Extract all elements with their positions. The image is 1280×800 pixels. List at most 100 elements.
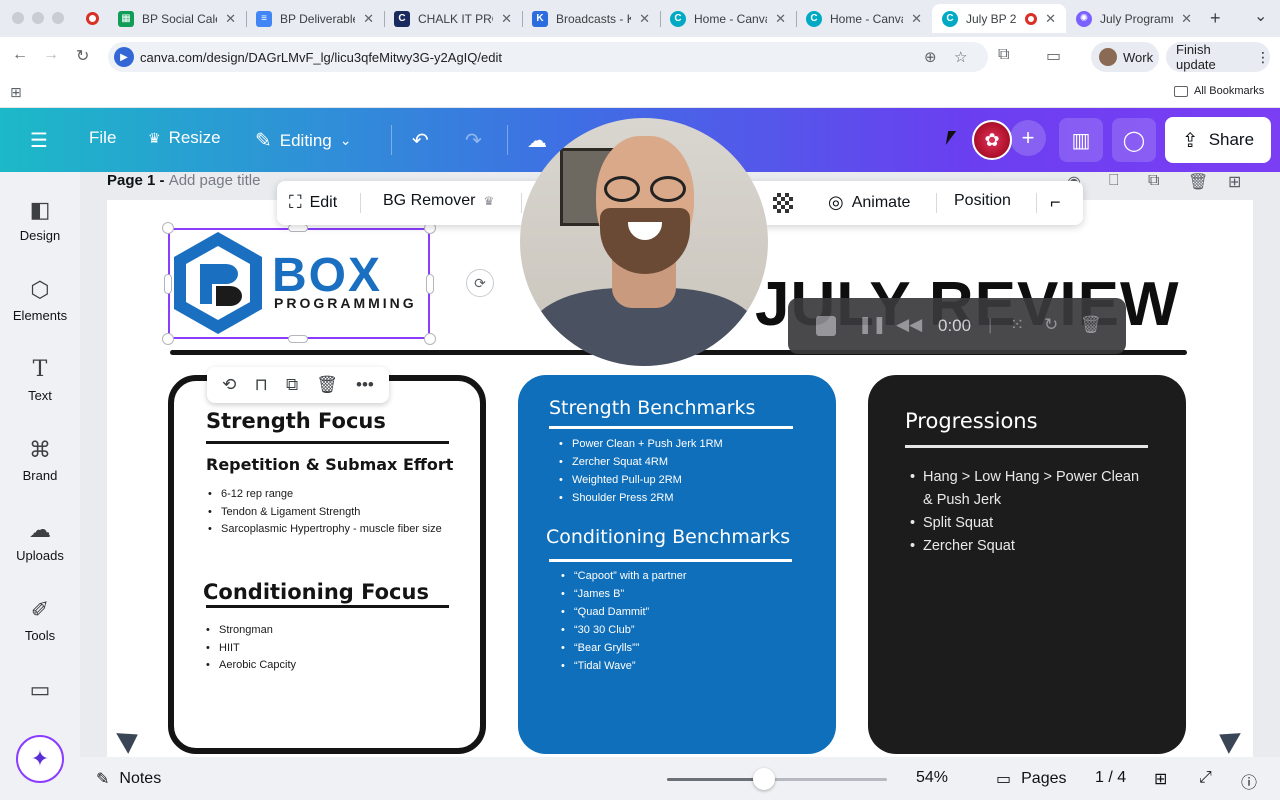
grid-view-icon[interactable]: ⊞	[1154, 769, 1167, 789]
sidebar-item-brand[interactable]: ⌘ Brand	[0, 438, 80, 484]
help-icon[interactable]: ⓘ	[1241, 769, 1257, 793]
browser-tab[interactable]: ▦ BP Social Cale ✕	[108, 4, 246, 33]
minimize-window-button[interactable]	[32, 12, 44, 24]
page-title[interactable]: Page 1 - Add page title	[107, 172, 260, 189]
browser-tab-active[interactable]: C July BP 25 ✕	[932, 4, 1066, 33]
more-options-icon[interactable]: •••	[356, 375, 374, 395]
page-count[interactable]: 1 / 4	[1095, 769, 1126, 787]
profile-button[interactable]: Work	[1091, 42, 1159, 72]
resize-button[interactable]: ♛ Resize	[148, 128, 221, 148]
edit-image-button[interactable]: ⛶ Edit	[289, 192, 337, 213]
cast-icon[interactable]: ▭	[1046, 46, 1061, 66]
close-icon[interactable]: ✕	[501, 11, 512, 27]
undo-button[interactable]: ↶	[412, 128, 429, 153]
trash-icon[interactable]: 🗑	[316, 375, 338, 395]
duplicate-icon[interactable]: ⧉	[286, 375, 298, 395]
restart-icon[interactable]: ↻	[1044, 315, 1058, 335]
cloud-save-button[interactable]: ☁	[527, 128, 547, 153]
sidebar-item-projects[interactable]: ▭	[0, 678, 80, 702]
zoom-slider[interactable]	[667, 778, 887, 781]
sidebar-item-design[interactable]: ◧ Design	[0, 198, 80, 244]
comment-add-icon[interactable]: ⟲	[222, 375, 236, 395]
sidebar-item-uploads[interactable]: ☁ Uploads	[0, 518, 80, 564]
animate-button[interactable]: ◎ Animate	[828, 192, 910, 213]
close-icon[interactable]: ✕	[911, 11, 922, 27]
tab-search-chevron-icon[interactable]: ⌄	[1254, 6, 1267, 26]
browser-tab[interactable]: ≡ BP Deliverable ✕	[246, 4, 384, 33]
resize-handle[interactable]	[424, 333, 436, 345]
add-page-icon[interactable]: ⊞	[1228, 172, 1241, 192]
all-bookmarks-button[interactable]: All Bookmarks	[1174, 85, 1264, 97]
bg-remover-button[interactable]: BG Remover ♛	[383, 192, 494, 210]
close-icon[interactable]: ✕	[1181, 11, 1192, 27]
url-bar[interactable]: ▶ canva.com/design/DAGrLMvF_lg/licu3qfeM…	[108, 42, 988, 72]
lock-icon[interactable]: ⊓	[255, 375, 268, 395]
maximize-window-button[interactable]	[52, 12, 64, 24]
zoom-level[interactable]: 54%	[916, 769, 948, 787]
invite-plus-button[interactable]: +	[1010, 120, 1046, 156]
fullscreen-icon[interactable]: ⤢	[1199, 769, 1212, 787]
sidebar-item-elements[interactable]: ⬡ Elements	[0, 278, 80, 324]
grid-dots-icon[interactable]: ⁙	[1010, 315, 1024, 335]
resize-handle[interactable]	[288, 335, 308, 343]
editing-mode-dropdown[interactable]: ✎ Editing ⌄	[255, 128, 351, 153]
resize-handle[interactable]	[164, 274, 172, 294]
selection-box[interactable]	[168, 228, 430, 339]
browser-tab[interactable]: K Broadcasts - K ✕	[522, 4, 660, 33]
menu-hamburger-icon[interactable]: ☰	[30, 128, 48, 153]
transparency-button[interactable]	[773, 193, 793, 213]
sidebar-item-text[interactable]: T Text	[0, 358, 80, 404]
apps-grid-icon[interactable]: ⊞	[10, 84, 22, 101]
duplicate-page-icon[interactable]: ⧉	[1148, 172, 1159, 190]
bookmark-star-icon[interactable]: ☆	[954, 48, 967, 66]
magic-sparkle-button[interactable]: ✦	[16, 735, 64, 783]
sidebar-item-tools[interactable]: ✐ Tools	[0, 598, 80, 644]
close-icon[interactable]: ✕	[225, 11, 236, 27]
stop-icon[interactable]	[816, 316, 836, 336]
resize-handle[interactable]	[288, 224, 308, 232]
forward-arrow-icon[interactable]: →	[43, 46, 59, 64]
kebab-menu-icon[interactable]: ⋮	[1256, 49, 1270, 66]
page-title-placeholder[interactable]: Add page title	[169, 172, 261, 189]
insights-button[interactable]: ▥	[1059, 118, 1103, 162]
file-menu[interactable]: File	[89, 128, 116, 148]
rotate-handle[interactable]: ⟳	[466, 269, 494, 297]
lock-icon[interactable]: ⎕	[1109, 172, 1119, 190]
share-button[interactable]: ⇪ Share	[1165, 117, 1271, 163]
comments-button[interactable]: ◯	[1112, 118, 1156, 162]
close-icon[interactable]: ✕	[363, 11, 374, 27]
resize-handle[interactable]	[162, 333, 174, 345]
close-icon[interactable]: ✕	[639, 11, 650, 27]
finish-update-button[interactable]: Finish update ⋮	[1166, 42, 1270, 72]
browser-tab[interactable]: C CHALK IT PRO ✕	[384, 4, 522, 33]
webcam-bubble[interactable]	[520, 118, 768, 366]
delete-page-icon[interactable]: 🗑	[1188, 172, 1208, 192]
browser-tab[interactable]: C Home - Canva ✕	[796, 4, 932, 33]
position-button[interactable]: Position	[954, 192, 1011, 210]
benchmarks-card[interactable]	[518, 375, 836, 754]
browser-tab[interactable]	[76, 4, 110, 33]
copy-style-button[interactable]: ⌐	[1050, 192, 1061, 213]
reload-icon[interactable]: ↻	[76, 46, 89, 66]
zoom-slider-knob[interactable]	[752, 768, 775, 790]
back-arrow-icon[interactable]: ←	[12, 46, 28, 64]
url-text[interactable]: canva.com/design/DAGrLMvF_lg/licu3qfeMit…	[140, 50, 502, 65]
close-icon[interactable]: ✕	[1045, 11, 1056, 27]
pages-button[interactable]: ▭ Pages	[996, 769, 1067, 789]
site-info-icon[interactable]: ▶	[114, 47, 134, 67]
close-window-button[interactable]	[12, 12, 24, 24]
pause-icon[interactable]: ❚❚	[858, 315, 887, 335]
browser-tab[interactable]: ✺ July Programm ✕	[1066, 4, 1202, 33]
close-icon[interactable]: ✕	[775, 11, 786, 27]
trash-icon[interactable]: 🗑	[1080, 315, 1102, 335]
new-tab-button[interactable]: +	[1210, 8, 1221, 29]
team-avatar[interactable]: ✿	[972, 120, 1012, 160]
extensions-icon[interactable]: ⧉	[998, 46, 1009, 64]
notes-button[interactable]: ✎ Notes	[96, 769, 161, 789]
resize-handle[interactable]	[426, 274, 434, 294]
rewind-icon[interactable]: ◀◀	[896, 315, 922, 335]
zoom-icon[interactable]: ⊕	[924, 48, 937, 66]
redo-button[interactable]: ↷	[465, 128, 482, 153]
resize-handle[interactable]	[162, 222, 174, 234]
browser-tab[interactable]: C Home - Canva ✕	[660, 4, 796, 33]
